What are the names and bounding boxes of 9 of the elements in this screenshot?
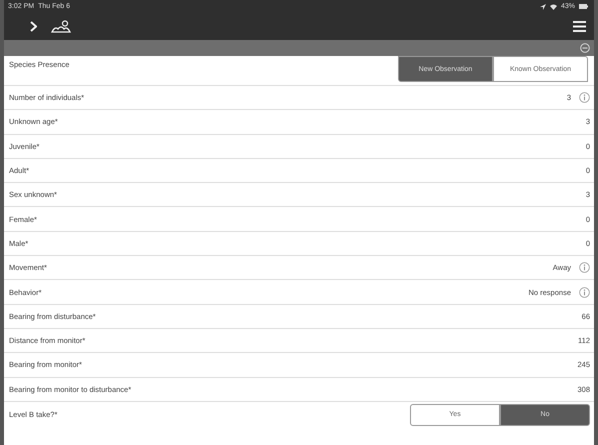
collapse-icon[interactable] (580, 43, 590, 53)
info-icon[interactable] (579, 92, 590, 104)
menu-icon[interactable] (573, 21, 586, 32)
battery-icon (579, 4, 588, 9)
wifi-icon (550, 4, 557, 10)
location-icon (540, 4, 546, 10)
info-icon[interactable] (579, 262, 590, 274)
info-icon[interactable] (579, 286, 590, 298)
chevron-right-icon[interactable] (30, 21, 37, 32)
